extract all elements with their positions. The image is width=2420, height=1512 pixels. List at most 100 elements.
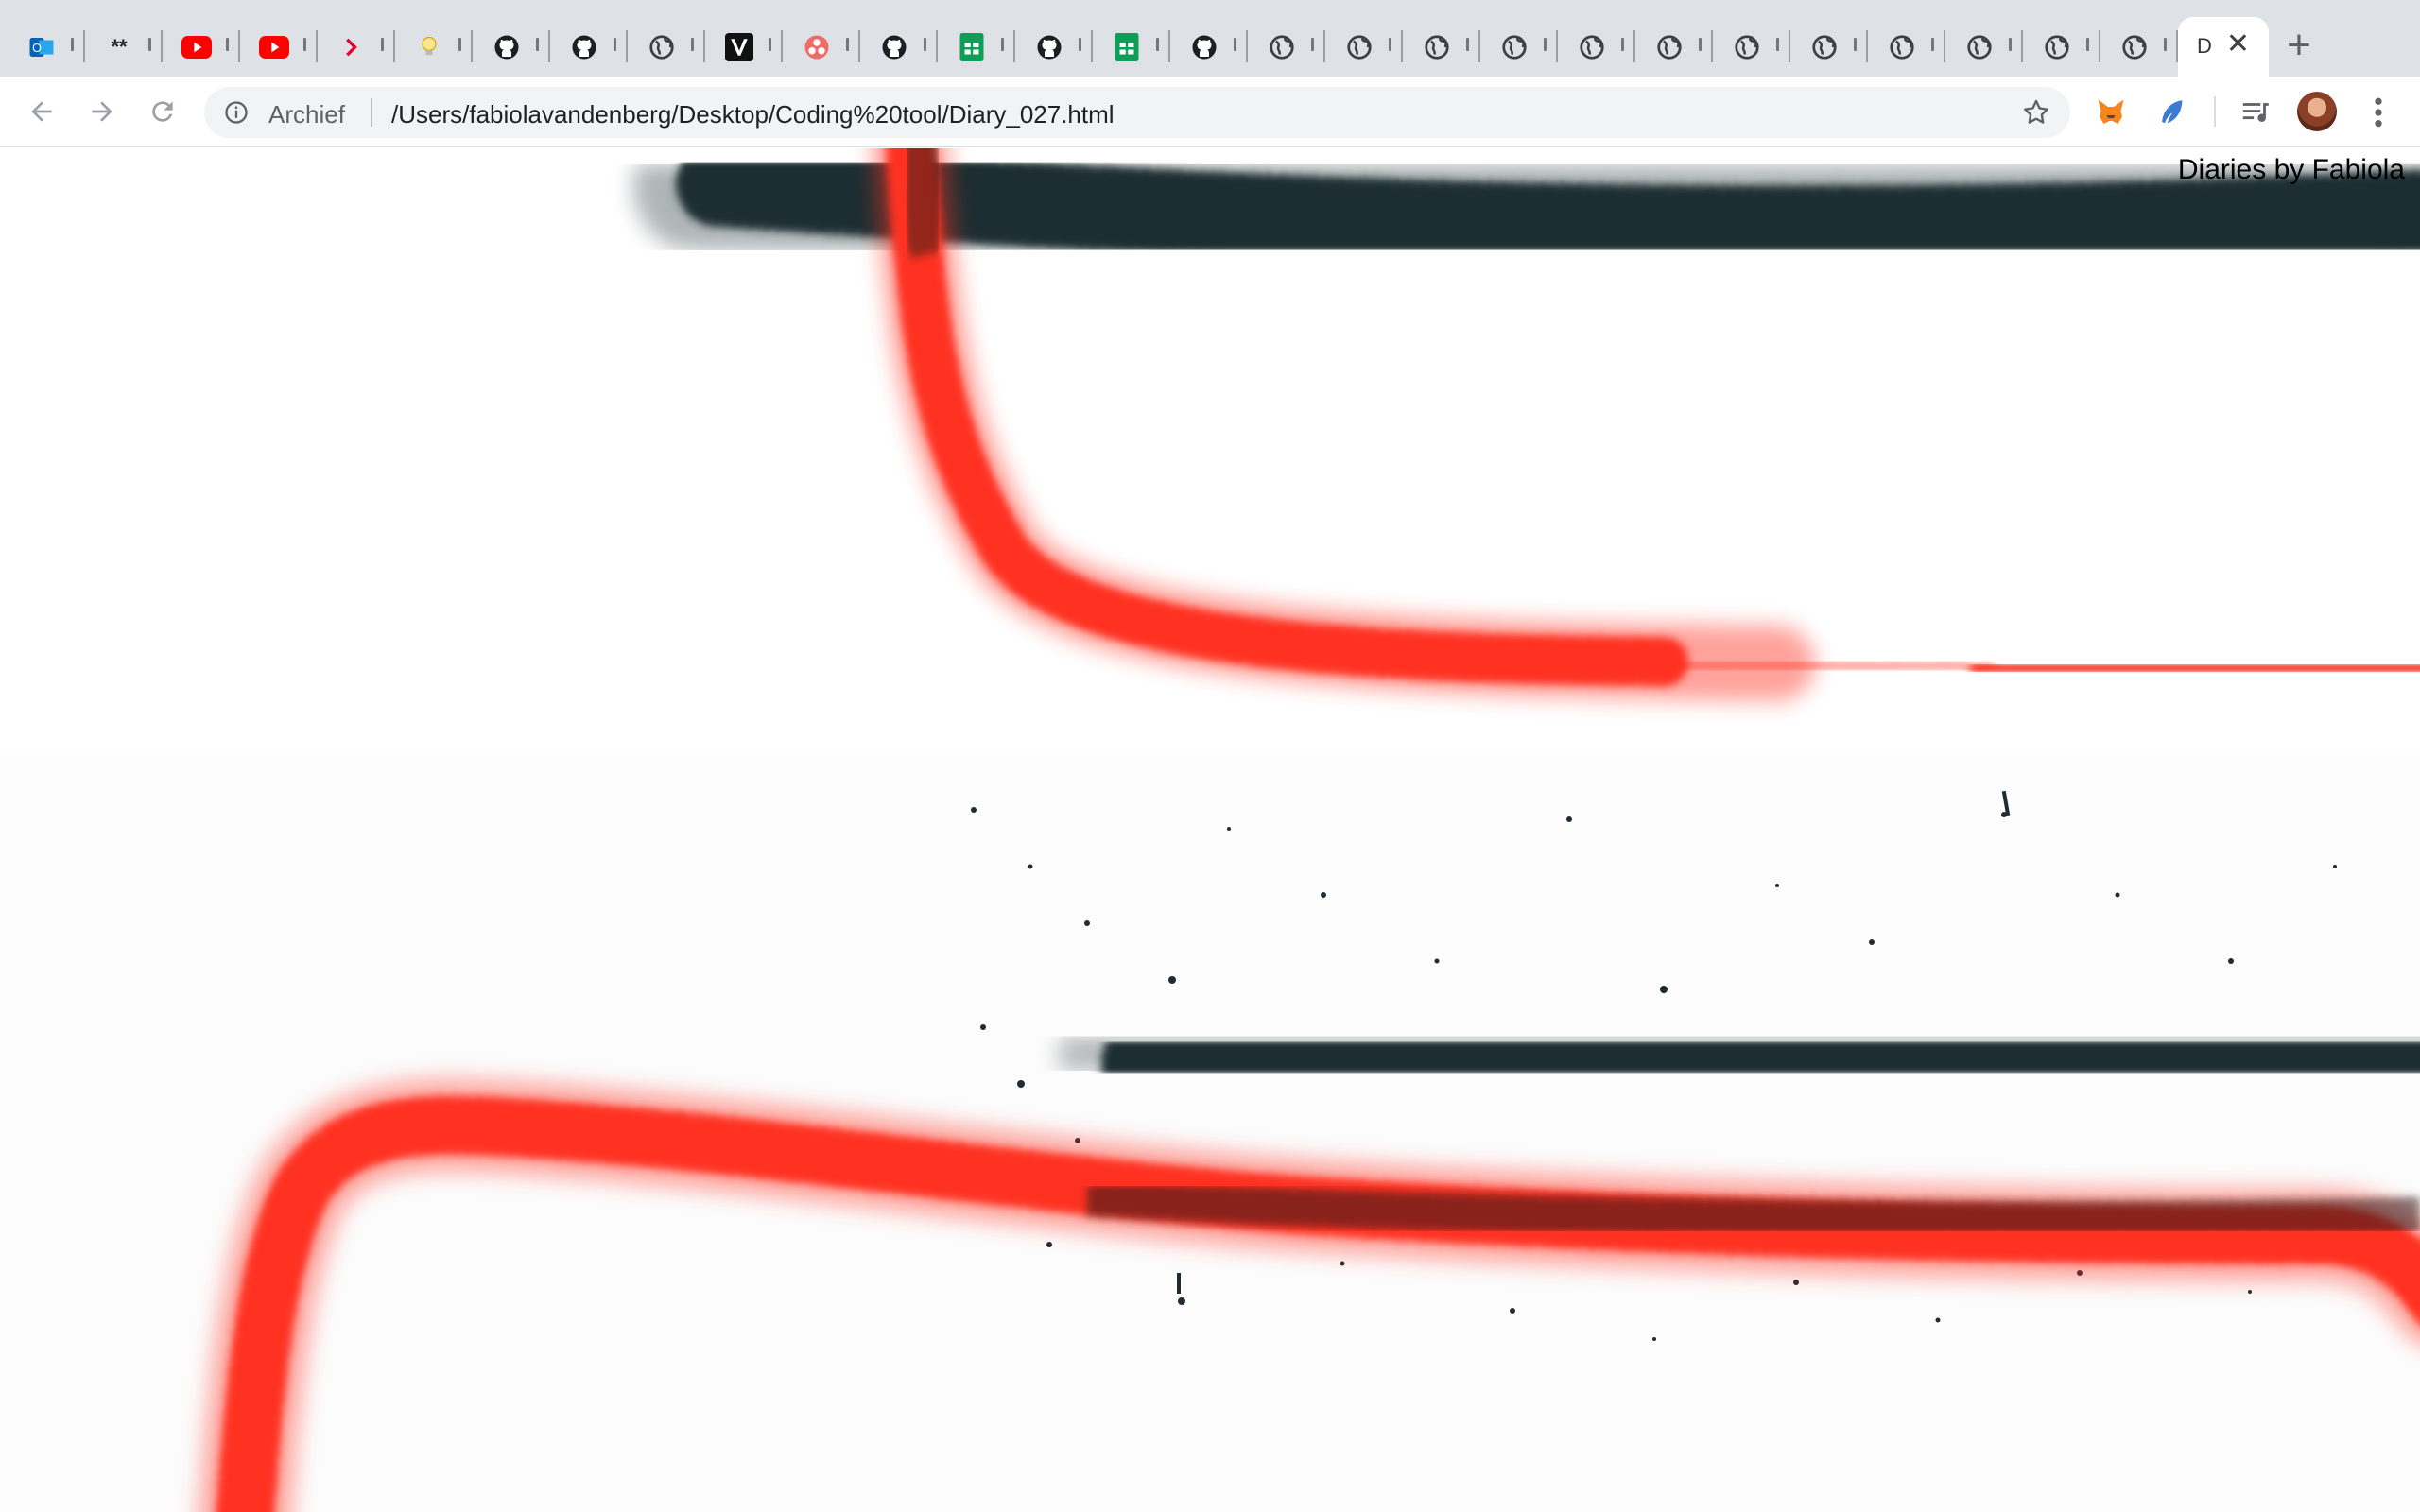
close-tab-icon[interactable]: ✕ <box>2226 30 2250 59</box>
asana-icon <box>802 32 832 62</box>
browser-tab[interactable] <box>395 17 473 77</box>
info-icon[interactable] <box>223 99 250 126</box>
browser-tab[interactable] <box>1945 17 2023 77</box>
tab-title-stub <box>303 38 306 51</box>
active-tab[interactable]: D ✕ <box>2178 17 2269 77</box>
browser-tab[interactable] <box>163 17 240 77</box>
tab-title-stub <box>1776 38 1779 51</box>
sheets-icon <box>957 32 987 62</box>
feather-icon <box>2162 100 2183 124</box>
asterisk-icon: ** <box>111 35 128 59</box>
browser-tab[interactable] <box>2100 17 2178 77</box>
tab-title-stub <box>381 38 384 51</box>
browser-tab[interactable] <box>628 17 705 77</box>
tab-title-stub <box>226 38 229 51</box>
dark-stroke-bottom <box>1059 940 2420 1166</box>
github-icon <box>1189 32 1219 62</box>
globe-icon <box>647 32 677 62</box>
browser-tab[interactable] <box>1170 17 1248 77</box>
github-icon <box>492 32 522 62</box>
tab-title-stub <box>1854 38 1857 51</box>
tab-title-stub <box>1389 38 1392 51</box>
media-control-button[interactable] <box>2237 93 2276 132</box>
browser-tab[interactable] <box>1403 17 1480 77</box>
browser-tab[interactable] <box>705 17 783 77</box>
tab-title-stub <box>458 38 461 51</box>
sheets-icon <box>1112 32 1142 62</box>
tab-title-stub <box>1931 38 1934 51</box>
tab-title-stub <box>1156 38 1159 51</box>
dark-stroke-top <box>633 148 2420 296</box>
site-title: Diaries by Fabiola <box>2177 154 2405 185</box>
tab-title-stub <box>1079 38 1081 51</box>
browser-tab[interactable]: O <box>8 17 85 77</box>
browser-tab[interactable] <box>1248 17 1325 77</box>
active-tab-title: D <box>2197 34 2212 58</box>
tab-title-stub <box>924 38 926 51</box>
browser-tab[interactable] <box>860 17 938 77</box>
v-logo-icon <box>724 32 754 62</box>
tab-title-stub <box>614 38 616 51</box>
globe-icon <box>2042 32 2072 62</box>
fox-icon <box>2098 99 2124 124</box>
browser-tab[interactable] <box>1325 17 1403 77</box>
svg-text:O: O <box>32 42 42 55</box>
profile-avatar[interactable] <box>2297 92 2337 131</box>
browser-tab[interactable] <box>1635 17 1713 77</box>
tab-title-stub <box>536 38 539 51</box>
browser-tab[interactable] <box>318 17 395 77</box>
browser-tab[interactable] <box>240 17 318 77</box>
globe-icon <box>1577 32 1607 62</box>
reload-button[interactable] <box>142 91 183 132</box>
globe-icon <box>2119 32 2150 62</box>
globe-icon <box>1499 32 1530 62</box>
reload-icon <box>152 101 173 122</box>
overlap-shade-bottom <box>1085 1178 2420 1239</box>
overlap-shade <box>884 148 962 259</box>
arrow-right-icon <box>92 101 112 122</box>
url-text[interactable]: /Users/fabiolavandenberg/Desktop/Coding%… <box>391 100 1115 129</box>
globe-icon <box>1732 32 1762 62</box>
globe-icon <box>1887 32 1917 62</box>
browser-tab[interactable] <box>1713 17 1790 77</box>
globe-icon <box>1422 32 1452 62</box>
browser-toolbar: Archief /Users/fabiolavandenberg/Desktop… <box>0 77 2420 147</box>
lightbulb-icon <box>414 32 444 62</box>
youtube-icon <box>182 32 212 62</box>
browser-tab[interactable] <box>1868 17 1945 77</box>
browser-tab[interactable] <box>938 17 1015 77</box>
feather-extension-button[interactable] <box>2152 93 2191 132</box>
spray-paint-artwork <box>0 148 2420 1512</box>
chevron-right-icon <box>337 32 367 62</box>
github-icon <box>569 32 599 62</box>
browser-tab[interactable] <box>1790 17 1868 77</box>
tab-title-stub <box>1544 38 1547 51</box>
back-button[interactable] <box>21 91 62 132</box>
youtube-icon <box>259 32 289 62</box>
new-tab-button[interactable]: + <box>2276 23 2322 68</box>
page-viewport: Diaries by Fabiola <box>0 148 2420 1512</box>
bookmark-star-icon[interactable] <box>2021 97 2051 128</box>
browser-tab[interactable]: ** <box>85 17 163 77</box>
outlook-icon: O <box>26 32 57 62</box>
browser-tab[interactable] <box>550 17 628 77</box>
browser-tab[interactable] <box>1015 17 1093 77</box>
tab-title-stub <box>1699 38 1702 51</box>
browser-tab[interactable] <box>1480 17 1558 77</box>
github-icon <box>879 32 909 62</box>
forward-button[interactable] <box>81 91 123 132</box>
tab-title-stub <box>1311 38 1314 51</box>
browser-tab[interactable] <box>1093 17 1170 77</box>
browser-tab[interactable] <box>2023 17 2100 77</box>
metamask-extension-button[interactable] <box>2091 93 2131 132</box>
globe-icon <box>1344 32 1374 62</box>
globe-icon <box>1654 32 1685 62</box>
tab-title-stub <box>71 38 74 51</box>
address-bar[interactable]: Archief /Users/fabiolavandenberg/Desktop… <box>204 87 2070 138</box>
browser-tab[interactable] <box>783 17 860 77</box>
browser-tab[interactable] <box>1558 17 1635 77</box>
browser-tab[interactable] <box>473 17 550 77</box>
tab-title-stub <box>2009 38 2012 51</box>
more-vert-icon[interactable] <box>2363 94 2394 131</box>
tab-title-stub <box>1466 38 1469 51</box>
